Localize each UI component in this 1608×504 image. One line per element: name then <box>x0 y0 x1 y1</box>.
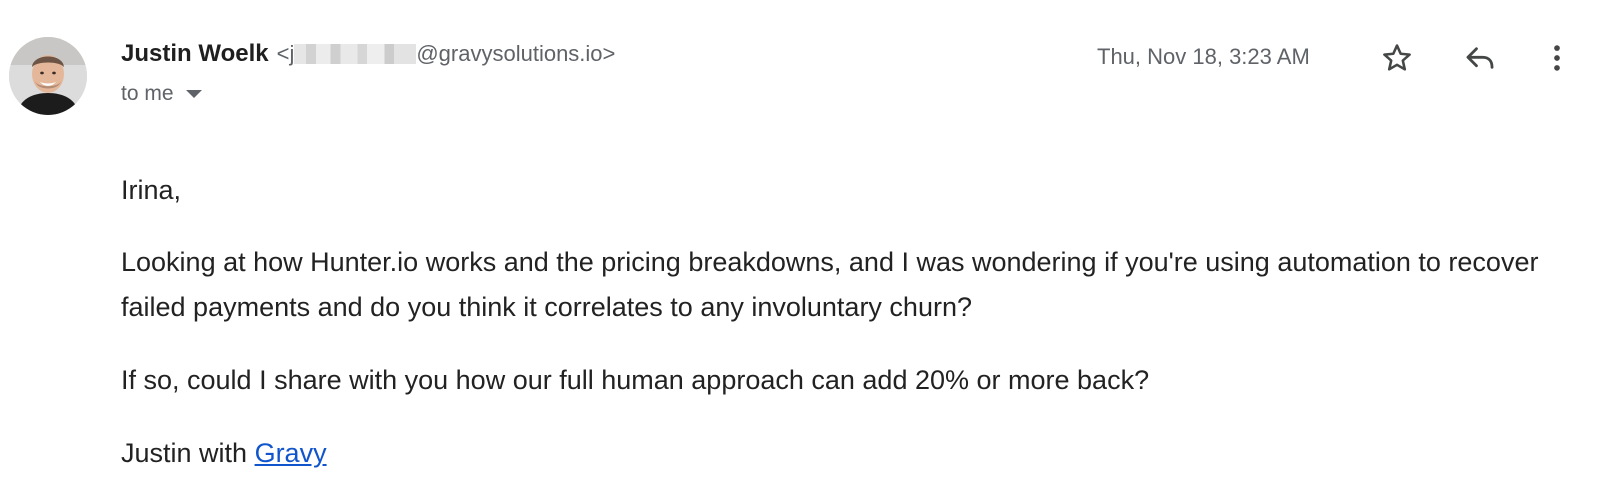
sender-avatar[interactable] <box>9 37 87 115</box>
more-vert-icon <box>1554 45 1560 71</box>
gravy-link[interactable]: Gravy <box>255 438 327 468</box>
email-greeting: Irina, <box>121 175 182 205</box>
sender-email-prefix: <j <box>276 41 295 66</box>
reply-icon <box>1466 47 1494 69</box>
email-body: Irina, Looking at how Hunter.io works an… <box>121 168 1571 504</box>
sender-email-suffix: @gravysolutions.io> <box>416 41 616 66</box>
redacted-email-segment <box>294 44 417 64</box>
sender-name[interactable]: Justin Woelk <box>121 40 269 68</box>
star-outline-icon <box>1383 44 1411 71</box>
star-button[interactable] <box>1377 38 1417 78</box>
signature-text: Justin with <box>121 438 255 468</box>
email-paragraph-1: Looking at how Hunter.io works and the p… <box>121 247 1539 322</box>
reply-button[interactable] <box>1460 38 1500 78</box>
email-date: Thu, Nov 18, 3:23 AM <box>1097 44 1310 69</box>
recipient-label: to me <box>121 82 174 105</box>
chevron-down-icon <box>185 90 202 98</box>
email-signature: Justin with Gravy <box>121 431 1571 476</box>
recipient-details-toggle[interactable]: to me <box>121 82 202 106</box>
sender-email: <j @gravysolutions.io> <box>277 41 616 67</box>
sender-line: Justin Woelk <j @gravysolutions.io> <box>121 40 615 74</box>
more-options-button[interactable] <box>1537 38 1577 78</box>
avatar-photo <box>9 37 87 115</box>
email-paragraph-2: If so, could I share with you how our fu… <box>121 365 1150 395</box>
